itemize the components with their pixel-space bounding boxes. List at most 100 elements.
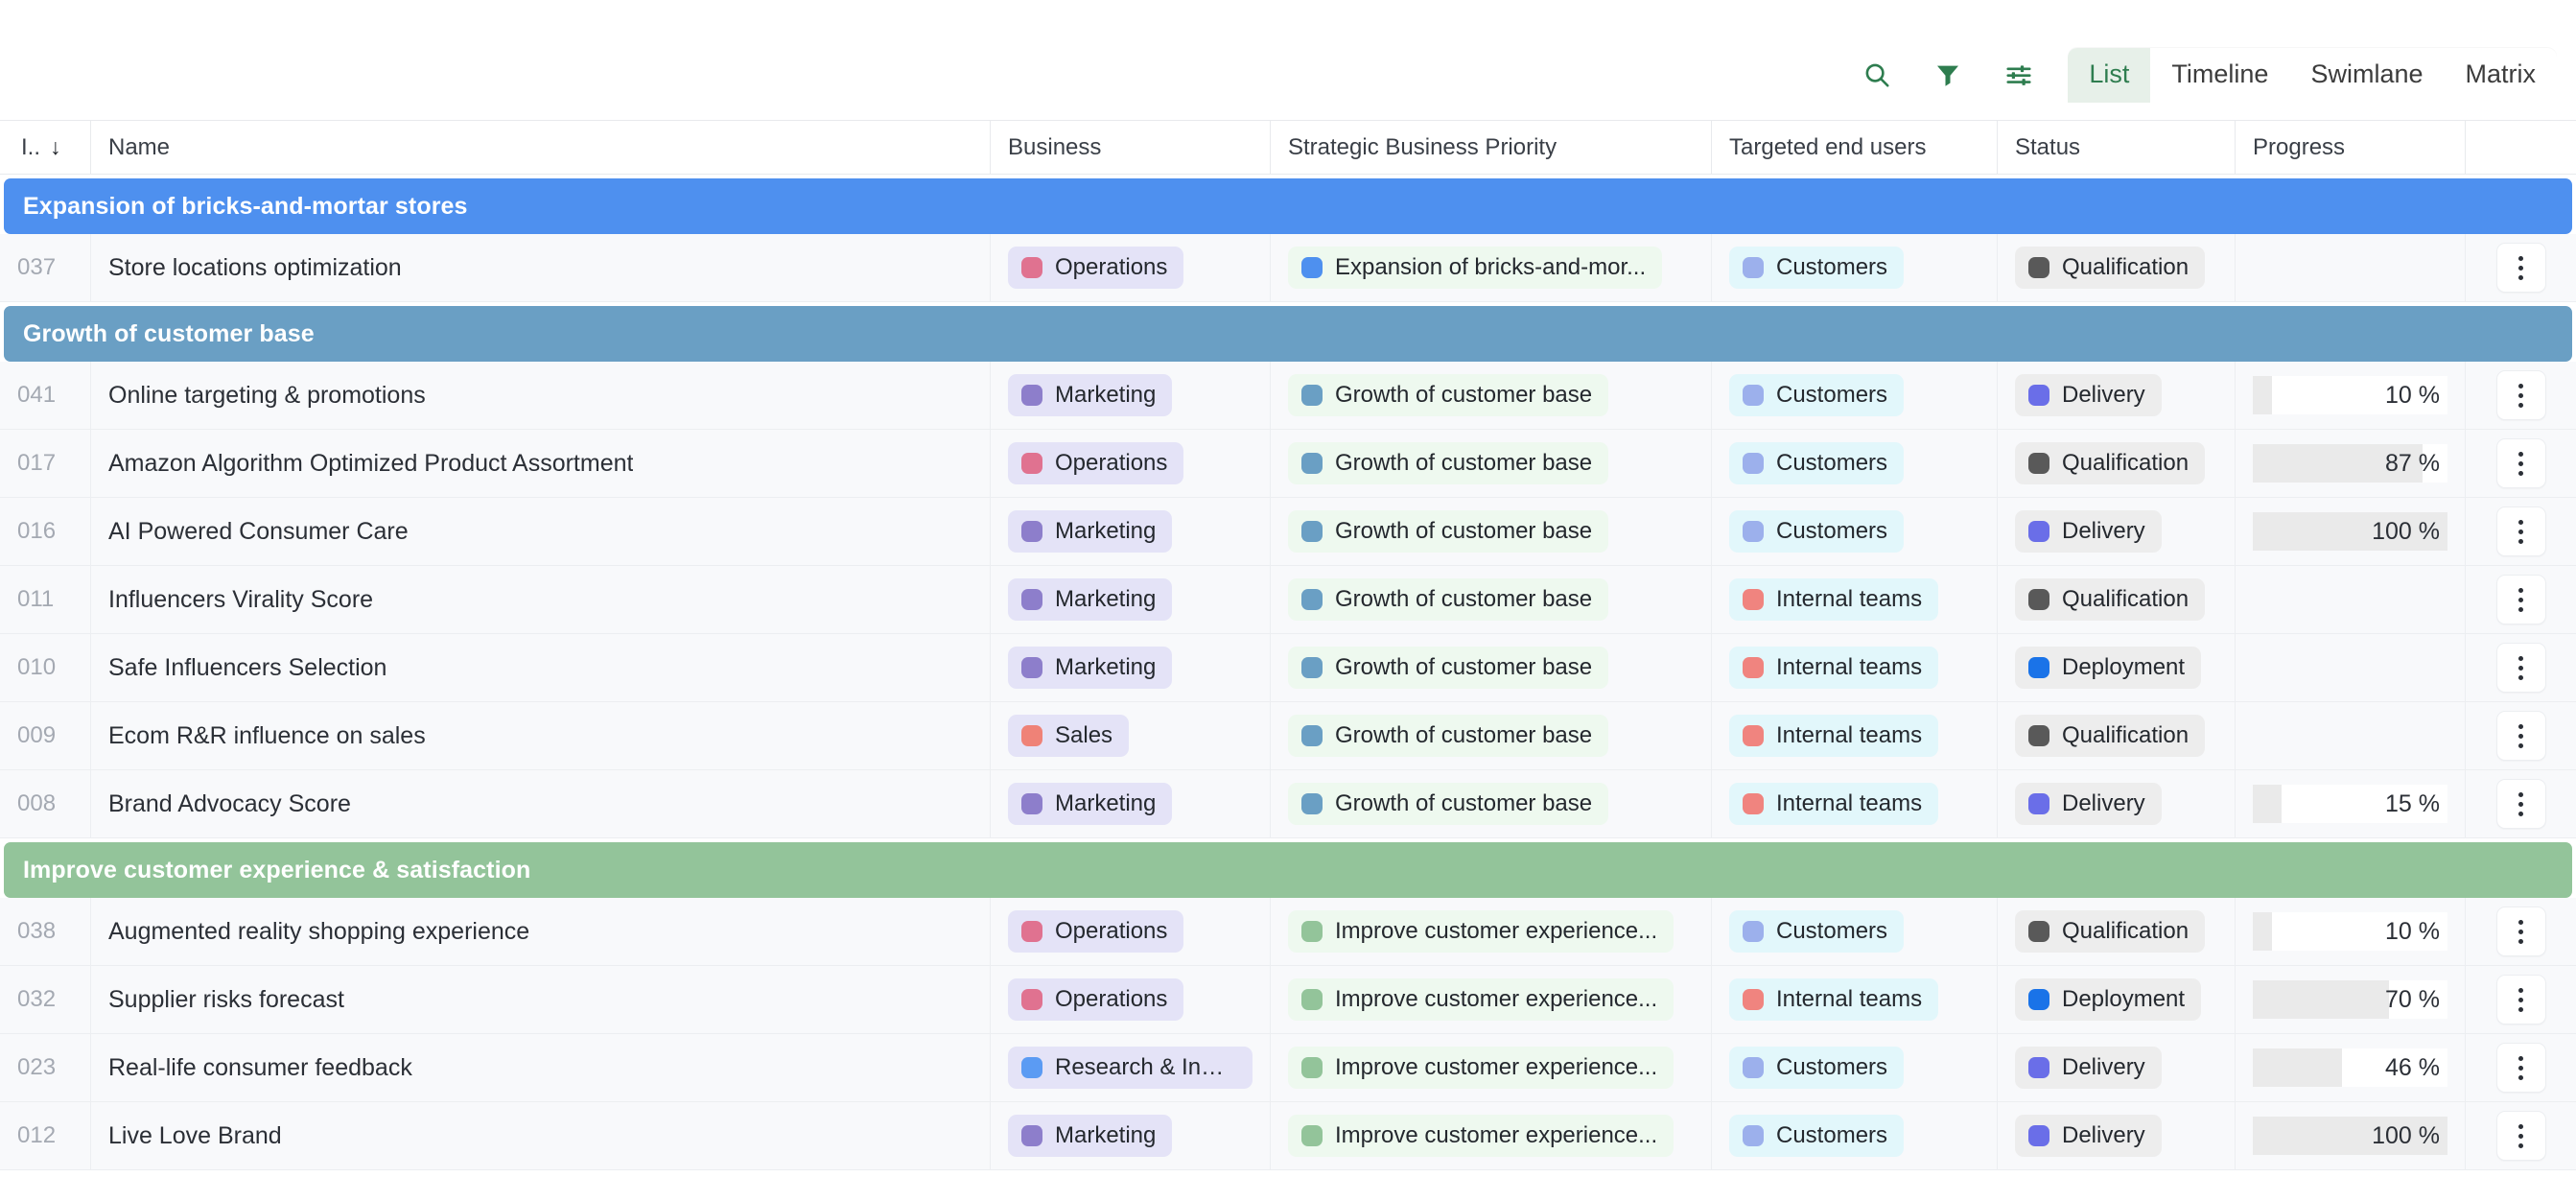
business-chip[interactable]: Marketing <box>1008 1115 1172 1157</box>
business-chip[interactable]: Marketing <box>1008 783 1172 825</box>
table-row[interactable]: 037Store locations optimizationOperation… <box>0 234 2576 302</box>
cell-priority[interactable]: Improve customer experience... <box>1271 1102 1712 1169</box>
progress-bar[interactable]: 46 % <box>2253 1048 2447 1087</box>
cell-name[interactable]: Influencers Virality Score <box>91 566 991 633</box>
cell-progress[interactable]: 87 % <box>2236 430 2466 497</box>
cell-name[interactable]: Store locations optimization <box>91 234 991 301</box>
cell-status[interactable]: Delivery <box>1998 1034 2236 1101</box>
column-header-progress[interactable]: Progress <box>2236 121 2466 174</box>
priority-chip[interactable]: Improve customer experience... <box>1288 910 1674 953</box>
table-row[interactable]: 016AI Powered Consumer CareMarketingGrow… <box>0 498 2576 566</box>
table-row[interactable]: 023Real-life consumer feedbackResearch &… <box>0 1034 2576 1102</box>
cell-priority[interactable]: Improve customer experience... <box>1271 898 1712 965</box>
priority-chip[interactable]: Growth of customer base <box>1288 715 1608 757</box>
cell-name[interactable]: Live Love Brand <box>91 1102 991 1169</box>
column-header-id[interactable]: I..↓ <box>0 121 91 174</box>
progress-bar[interactable]: 70 % <box>2253 980 2447 1019</box>
group-header-row[interactable]: Growth of customer base <box>4 306 2572 362</box>
column-header-business[interactable]: Business <box>991 121 1271 174</box>
cell-users[interactable]: Internal teams <box>1712 966 1998 1033</box>
cell-progress[interactable]: 70 % <box>2236 966 2466 1033</box>
cell-priority[interactable]: Expansion of bricks-and-mor... <box>1271 234 1712 301</box>
status-chip[interactable]: Qualification <box>2015 578 2205 621</box>
table-row[interactable]: 017Amazon Algorithm Optimized Product As… <box>0 430 2576 498</box>
column-header-users[interactable]: Targeted end users <box>1712 121 1998 174</box>
row-overflow-menu-icon[interactable] <box>2496 975 2546 1024</box>
business-chip[interactable]: Marketing <box>1008 510 1172 553</box>
users-chip[interactable]: Customers <box>1729 442 1904 484</box>
cell-priority[interactable]: Growth of customer base <box>1271 566 1712 633</box>
priority-chip[interactable]: Growth of customer base <box>1288 442 1608 484</box>
cell-users[interactable]: Customers <box>1712 430 1998 497</box>
users-chip[interactable]: Customers <box>1729 247 1904 289</box>
cell-status[interactable]: Delivery <box>1998 362 2236 429</box>
row-overflow-menu-icon[interactable] <box>2496 438 2546 488</box>
cell-business[interactable]: Operations <box>991 966 1271 1033</box>
table-row[interactable]: 010Safe Influencers SelectionMarketingGr… <box>0 634 2576 702</box>
cell-status[interactable]: Qualification <box>1998 566 2236 633</box>
cell-progress[interactable]: 10 % <box>2236 362 2466 429</box>
status-chip[interactable]: Deployment <box>2015 647 2201 689</box>
group-header-row[interactable]: Expansion of bricks-and-mortar stores <box>4 178 2572 234</box>
cell-progress[interactable]: 46 % <box>2236 1034 2466 1101</box>
cell-business[interactable]: Sales <box>991 702 1271 769</box>
status-chip[interactable]: Delivery <box>2015 783 2162 825</box>
column-header-name[interactable]: Name <box>91 121 991 174</box>
cell-status[interactable]: Delivery <box>1998 1102 2236 1169</box>
business-chip[interactable]: Marketing <box>1008 647 1172 689</box>
cell-name[interactable]: Ecom R&R influence on sales <box>91 702 991 769</box>
business-chip[interactable]: Operations <box>1008 247 1183 289</box>
status-chip[interactable]: Delivery <box>2015 1115 2162 1157</box>
status-chip[interactable]: Qualification <box>2015 910 2205 953</box>
group-header-row[interactable]: Improve customer experience & satisfacti… <box>4 842 2572 898</box>
cell-progress[interactable]: 100 % <box>2236 1102 2466 1169</box>
cell-status[interactable]: Deployment <box>1998 634 2236 701</box>
cell-status[interactable]: Delivery <box>1998 498 2236 565</box>
priority-chip[interactable]: Growth of customer base <box>1288 578 1608 621</box>
cell-progress[interactable]: 100 % <box>2236 498 2466 565</box>
cell-business[interactable]: Operations <box>991 430 1271 497</box>
cell-progress[interactable] <box>2236 566 2466 633</box>
users-chip[interactable]: Customers <box>1729 1115 1904 1157</box>
progress-bar[interactable]: 10 % <box>2253 912 2447 951</box>
search-icon[interactable] <box>1841 52 1912 98</box>
cell-progress[interactable]: 10 % <box>2236 898 2466 965</box>
cell-users[interactable]: Customers <box>1712 234 1998 301</box>
sort-descending-icon[interactable]: ↓ <box>50 136 61 158</box>
filter-icon[interactable] <box>1912 52 1983 98</box>
cell-progress[interactable] <box>2236 634 2466 701</box>
users-chip[interactable]: Internal teams <box>1729 647 1938 689</box>
cell-users[interactable]: Internal teams <box>1712 566 1998 633</box>
cell-business[interactable]: Marketing <box>991 498 1271 565</box>
users-chip[interactable]: Internal teams <box>1729 578 1938 621</box>
cell-status[interactable]: Qualification <box>1998 234 2236 301</box>
cell-progress[interactable] <box>2236 234 2466 301</box>
table-row[interactable]: 008Brand Advocacy ScoreMarketingGrowth o… <box>0 770 2576 838</box>
users-chip[interactable]: Customers <box>1729 910 1904 953</box>
priority-chip[interactable]: Improve customer experience... <box>1288 978 1674 1021</box>
cell-status[interactable]: Qualification <box>1998 898 2236 965</box>
cell-priority[interactable]: Growth of customer base <box>1271 702 1712 769</box>
cell-business[interactable]: Operations <box>991 898 1271 965</box>
cell-priority[interactable]: Growth of customer base <box>1271 498 1712 565</box>
cell-business[interactable]: Marketing <box>991 1102 1271 1169</box>
status-chip[interactable]: Delivery <box>2015 510 2162 553</box>
cell-name[interactable]: Supplier risks forecast <box>91 966 991 1033</box>
business-chip[interactable]: Marketing <box>1008 578 1172 621</box>
progress-bar[interactable]: 87 % <box>2253 444 2447 483</box>
column-header-priority[interactable]: Strategic Business Priority <box>1271 121 1712 174</box>
priority-chip[interactable]: Improve customer experience... <box>1288 1047 1674 1089</box>
users-chip[interactable]: Internal teams <box>1729 783 1938 825</box>
cell-status[interactable]: Qualification <box>1998 430 2236 497</box>
row-overflow-menu-icon[interactable] <box>2496 506 2546 556</box>
cell-status[interactable]: Qualification <box>1998 702 2236 769</box>
status-chip[interactable]: Deployment <box>2015 978 2201 1021</box>
cell-users[interactable]: Customers <box>1712 362 1998 429</box>
priority-chip[interactable]: Expansion of bricks-and-mor... <box>1288 247 1662 289</box>
cell-name[interactable]: Real-life consumer feedback <box>91 1034 991 1101</box>
tab-matrix[interactable]: Matrix <box>2445 48 2558 103</box>
business-chip[interactable]: Marketing <box>1008 374 1172 416</box>
progress-bar[interactable]: 100 % <box>2253 1117 2447 1155</box>
priority-chip[interactable]: Growth of customer base <box>1288 783 1608 825</box>
status-chip[interactable]: Delivery <box>2015 1047 2162 1089</box>
